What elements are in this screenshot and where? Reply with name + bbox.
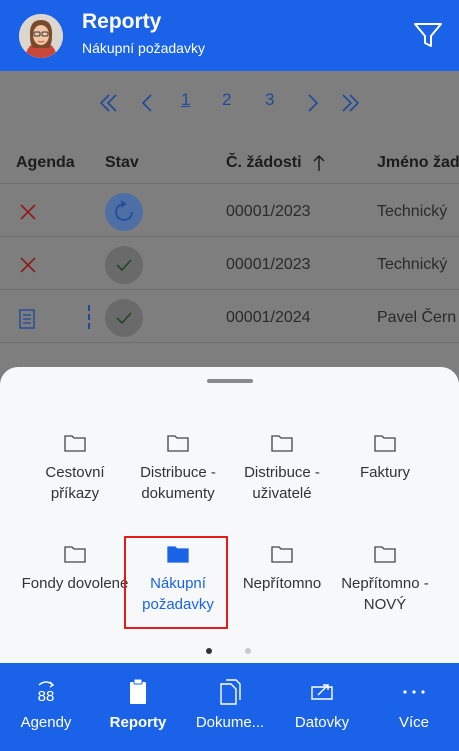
tile-label: Nepřítomno - NOVÝ [341,575,429,613]
tile-label: Distribuce - dokumenty [140,464,216,502]
clipboard-icon [130,679,146,704]
column-header-stav[interactable]: Stav [105,154,139,172]
folder-icon [374,435,396,452]
tile-label: Fondy dovolené [21,575,129,592]
page-title: Reporty [82,10,162,33]
page-subtitle: Nákupní požadavky [82,40,205,56]
status-badge [105,246,143,284]
folder-icon [374,546,396,563]
column-header-number[interactable]: Č. žádosti [226,154,302,172]
close-icon [19,203,37,225]
document-icon [19,309,35,333]
agenda-picker-sheet: Cestovní příkazy Distribuce - dokumenty … [0,367,459,663]
page-link-3[interactable]: 3 [265,90,274,110]
folder-icon [271,435,293,452]
nav-item-agendy[interactable]: 88 Agendy [0,663,92,751]
requester-name: Pavel Čern [377,309,457,326]
prev-page-icon[interactable] [139,92,155,119]
nav-item-datovky[interactable]: Datovky [276,663,368,751]
nav-label: Více [398,714,429,731]
page-dot-active[interactable] [206,648,212,654]
request-number: 00001/2023 [226,256,311,273]
selection-highlight [124,536,228,629]
next-page-icon[interactable] [305,92,321,119]
sort-asc-icon[interactable] [313,154,325,177]
bottom-nav: 88 Agendy Reporty Dokume... Datovky Více [0,663,459,751]
documents-icon [220,679,241,705]
requester-name: Technický [377,203,448,220]
nav-item-dokumenty[interactable]: Dokume... [184,663,276,751]
filter-icon[interactable] [413,20,443,50]
nav-item-reporty[interactable]: Reporty [92,663,184,751]
tile-label: Distribuce - uživatelé [244,464,320,502]
nav-item-vice[interactable]: Více [368,663,459,751]
nav-label: Dokume... [195,714,265,731]
tile-distribuce-dokumenty[interactable]: Distribuce - dokumenty [124,434,232,504]
table-row[interactable]: 00001/2024 Pavel Čern [0,291,459,343]
tile-label: Faktury [359,464,410,481]
close-icon [19,256,37,278]
pagination: 1 2 3 [0,90,459,120]
request-number: 00001/2024 [226,309,311,326]
requester-name: Technický [377,256,448,273]
status-badge [105,299,143,337]
table-header: Agenda Stav Č. žádosti Jméno žad [0,138,459,184]
tile-label: Nepřítomno [242,575,322,592]
folder-icon [64,546,86,563]
datovky-icon [311,684,333,700]
page-dot[interactable] [245,648,251,654]
page-link-2[interactable]: 2 [222,90,231,110]
tile-distribuce-uzivatele[interactable]: Distribuce - uživatelé [228,434,336,504]
column-header-agenda[interactable]: Agenda [16,154,75,172]
folder-icon [167,435,189,452]
first-page-icon[interactable] [97,92,119,119]
page-link-1[interactable]: 1 [181,90,190,110]
folder-icon [271,546,293,563]
more-icon [403,690,425,694]
svg-text:88: 88 [38,688,55,705]
tile-nepritomno[interactable]: Nepřítomno [228,545,336,594]
divider [88,305,90,329]
tile-cestovni-prikazy[interactable]: Cestovní příkazy [21,434,129,504]
nav-label: Datovky [294,714,350,731]
avatar[interactable] [19,14,63,58]
agendy-icon: 88 [38,681,55,705]
table-row[interactable]: 00001/2023 Technický [0,185,459,237]
tile-label: Cestovní příkazy [45,464,105,502]
folder-icon [64,435,86,452]
drag-handle[interactable] [207,379,253,383]
tile-faktury[interactable]: Faktury [331,434,439,483]
column-header-name[interactable]: Jméno žad [377,154,459,172]
tile-fondy-dovolene[interactable]: Fondy dovolené [21,545,129,594]
nav-label: Reporty [109,714,167,731]
nav-label: Agendy [20,714,72,731]
table-row[interactable]: 00001/2023 Technický [0,238,459,290]
app-header: Reporty Nákupní požadavky [0,0,459,71]
status-badge [105,193,143,231]
last-page-icon[interactable] [340,92,362,119]
tile-nepritomno-novy[interactable]: Nepřítomno - NOVÝ [331,545,439,615]
request-number: 00001/2023 [226,203,311,220]
